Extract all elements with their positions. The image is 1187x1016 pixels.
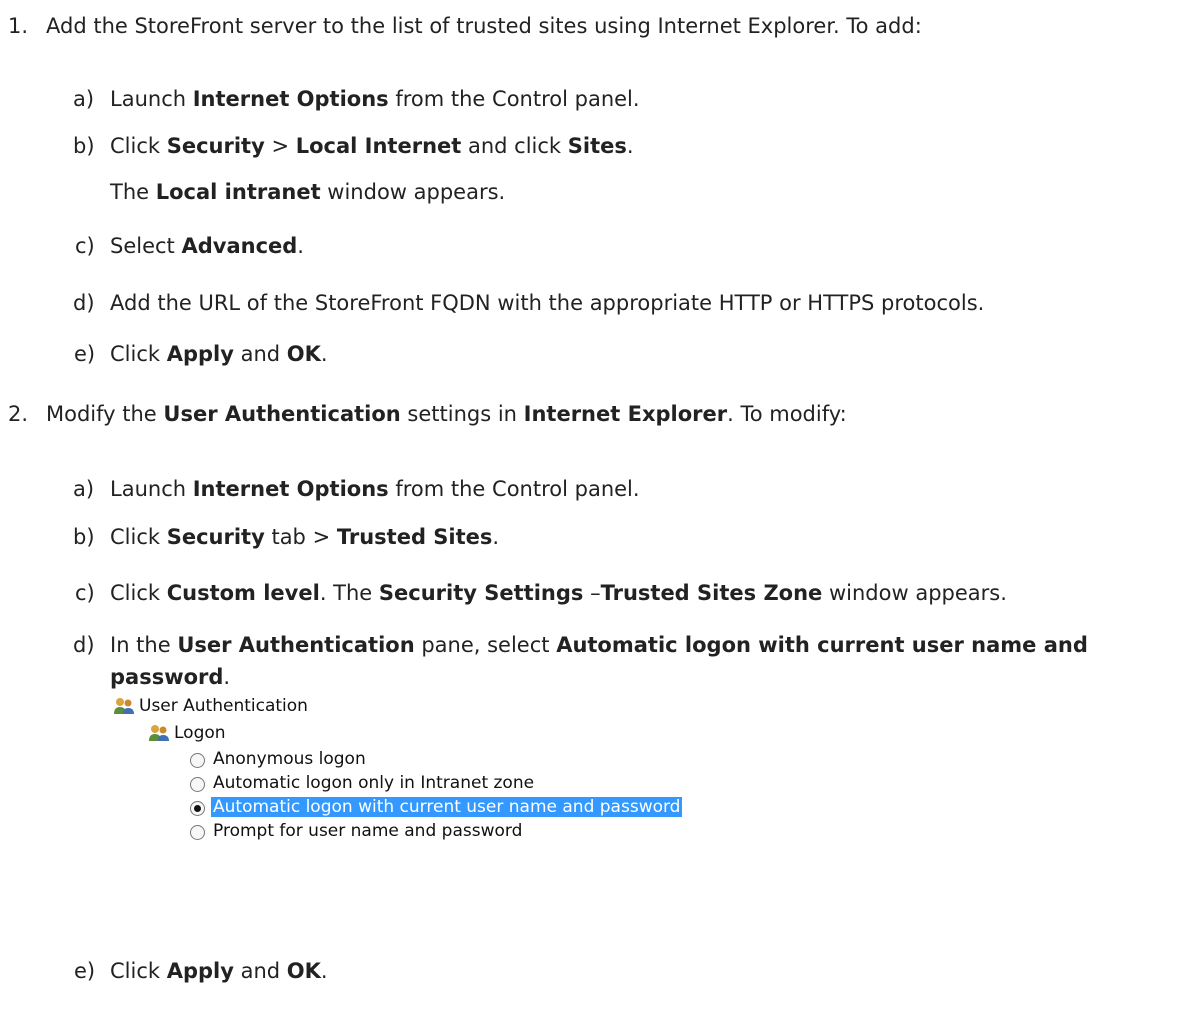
step-2d-text: In the User Authentication pane, select … [110, 633, 1088, 657]
step-2b-label: b) [73, 525, 95, 549]
prompt-logon-radio[interactable] [190, 825, 205, 840]
step-1-text: Add the StoreFront server to the list of… [46, 14, 922, 38]
step-2d-label: d) [73, 633, 95, 657]
step-1-number: 1. [8, 14, 29, 38]
step-2c-label: c) [75, 581, 95, 605]
step-1d-text: Add the URL of the StoreFront FQDN with … [110, 291, 985, 315]
step-1c-label: c) [75, 234, 95, 258]
option-label: Anonymous logon [213, 749, 366, 769]
users-icon [114, 698, 134, 714]
anonymous-logon-radio[interactable] [190, 753, 205, 768]
option-label-selected: Automatic logon with current user name a… [211, 797, 683, 817]
step-2a-label: a) [73, 477, 95, 501]
step-2a-text: Launch Internet Options from the Control… [110, 477, 640, 501]
step-1c-text: Select Advanced. [110, 234, 304, 258]
step-1b-note: The Local intranet window appears. [110, 180, 506, 204]
step-1a-label: a) [73, 87, 95, 111]
option-label: Prompt for user name and password [213, 821, 523, 841]
step-1d-label: d) [73, 291, 95, 315]
step-2e-text: Click Apply and OK. [110, 959, 328, 983]
step-1e-label: e) [74, 342, 96, 366]
step-2c-text: Click Custom level. The Security Setting… [110, 581, 1007, 605]
step-2-text: Modify the User Authentication settings … [46, 402, 847, 426]
tree-root-label: User Authentication [139, 696, 308, 716]
tree-group-label: Logon [174, 723, 226, 743]
step-2d-text-cont: password. [110, 665, 231, 689]
current-user-logon-radio[interactable] [190, 801, 205, 816]
intranet-logon-radio[interactable] [190, 777, 205, 792]
option-label: Automatic logon only in Intranet zone [213, 773, 535, 793]
step-1a-text: Launch Internet Options from the Control… [110, 87, 640, 111]
step-1b-text: Click Security > Local Internet and clic… [110, 134, 634, 158]
step-1e-text: Click Apply and OK. [110, 342, 328, 366]
users-icon [149, 725, 169, 741]
step-2e-label: e) [74, 959, 96, 983]
step-2b-text: Click Security tab > Trusted Sites. [110, 525, 500, 549]
step-2-number: 2. [8, 402, 29, 426]
step-1b-label: b) [73, 134, 95, 158]
